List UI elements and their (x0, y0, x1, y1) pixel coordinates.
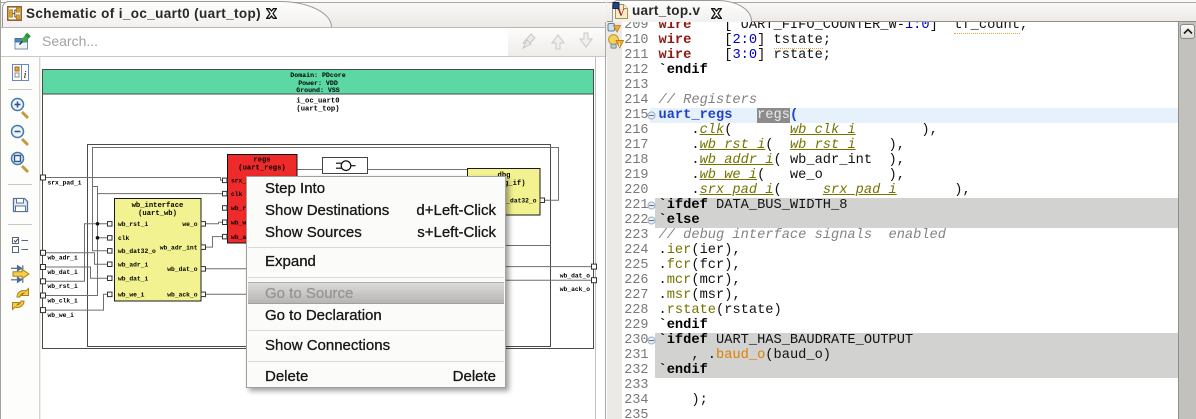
svg-text:V: V (617, 8, 625, 19)
svg-text:i: i (23, 69, 26, 81)
